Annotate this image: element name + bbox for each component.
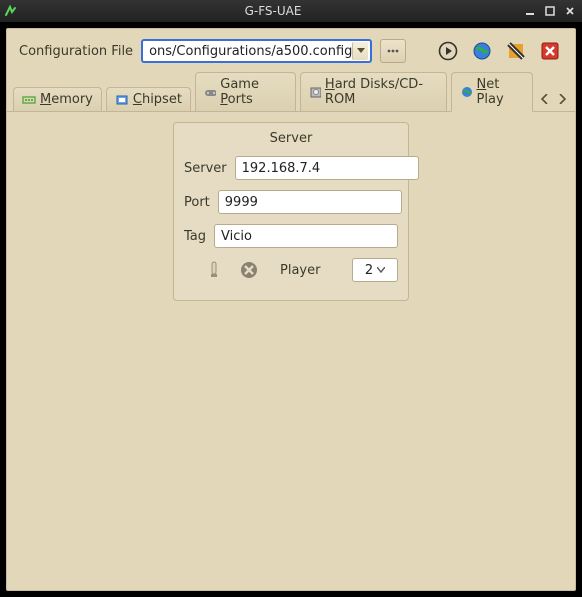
tab-game-ports[interactable]: Game Ports xyxy=(195,72,296,111)
connect-icon[interactable] xyxy=(206,260,222,280)
tab-bar: Memory Chipset Game Ports Hard Disks/CD-… xyxy=(7,71,575,112)
tab-hard-disks[interactable]: Hard Disks/CD-ROM xyxy=(300,72,448,111)
server-input[interactable] xyxy=(235,156,419,180)
titlebar: G-FS-UAE xyxy=(0,0,582,22)
tab-content: Server Server Port Tag xyxy=(7,112,575,590)
app-icon xyxy=(4,4,18,18)
config-toolbar: Configuration File ons/Configurations/a5… xyxy=(7,29,575,71)
tab-label: Chipset xyxy=(133,92,182,107)
panel-title: Server xyxy=(184,131,398,146)
config-file-path: ons/Configurations/a500.config xyxy=(149,44,352,59)
disconnect-icon[interactable] xyxy=(240,261,258,279)
gamepad-icon xyxy=(204,86,216,98)
chevron-down-icon[interactable] xyxy=(352,42,368,60)
tab-label: Net Play xyxy=(477,77,524,107)
tab-scroll-left[interactable] xyxy=(537,90,551,108)
palette-icon[interactable] xyxy=(503,39,529,63)
maximize-button[interactable] xyxy=(542,4,558,18)
chipset-icon xyxy=(115,94,129,106)
tag-label: Tag xyxy=(184,229,206,244)
player-select[interactable]: 2 xyxy=(352,258,398,282)
tab-label: Game Ports xyxy=(220,77,286,107)
memory-icon xyxy=(22,94,36,106)
player-label: Player xyxy=(280,263,320,278)
globe-icon xyxy=(460,86,472,98)
play-button[interactable] xyxy=(435,39,461,63)
tab-memory[interactable]: Memory xyxy=(13,87,102,111)
browse-button[interactable] xyxy=(380,39,406,63)
disk-icon xyxy=(309,86,321,98)
tag-input[interactable] xyxy=(214,224,398,248)
window-title: G-FS-UAE xyxy=(24,4,522,18)
port-label: Port xyxy=(184,195,210,210)
tab-chipset[interactable]: Chipset xyxy=(106,87,191,111)
close-config-button[interactable] xyxy=(537,39,563,63)
port-input[interactable] xyxy=(218,190,402,214)
tab-scroll-right[interactable] xyxy=(555,90,569,108)
tab-net-play[interactable]: Net Play xyxy=(451,72,533,112)
server-label: Server xyxy=(184,161,227,176)
globe-icon[interactable] xyxy=(469,39,495,63)
player-value: 2 xyxy=(365,263,373,278)
close-button[interactable] xyxy=(562,4,578,18)
tab-label: Hard Disks/CD-ROM xyxy=(325,77,438,107)
minimize-button[interactable] xyxy=(522,4,538,18)
tab-label: Memory xyxy=(40,92,93,107)
config-file-combo[interactable]: ons/Configurations/a500.config xyxy=(141,39,372,63)
server-panel: Server Server Port Tag xyxy=(173,122,409,301)
chevron-down-icon xyxy=(377,267,385,273)
config-file-label: Configuration File xyxy=(19,44,133,59)
